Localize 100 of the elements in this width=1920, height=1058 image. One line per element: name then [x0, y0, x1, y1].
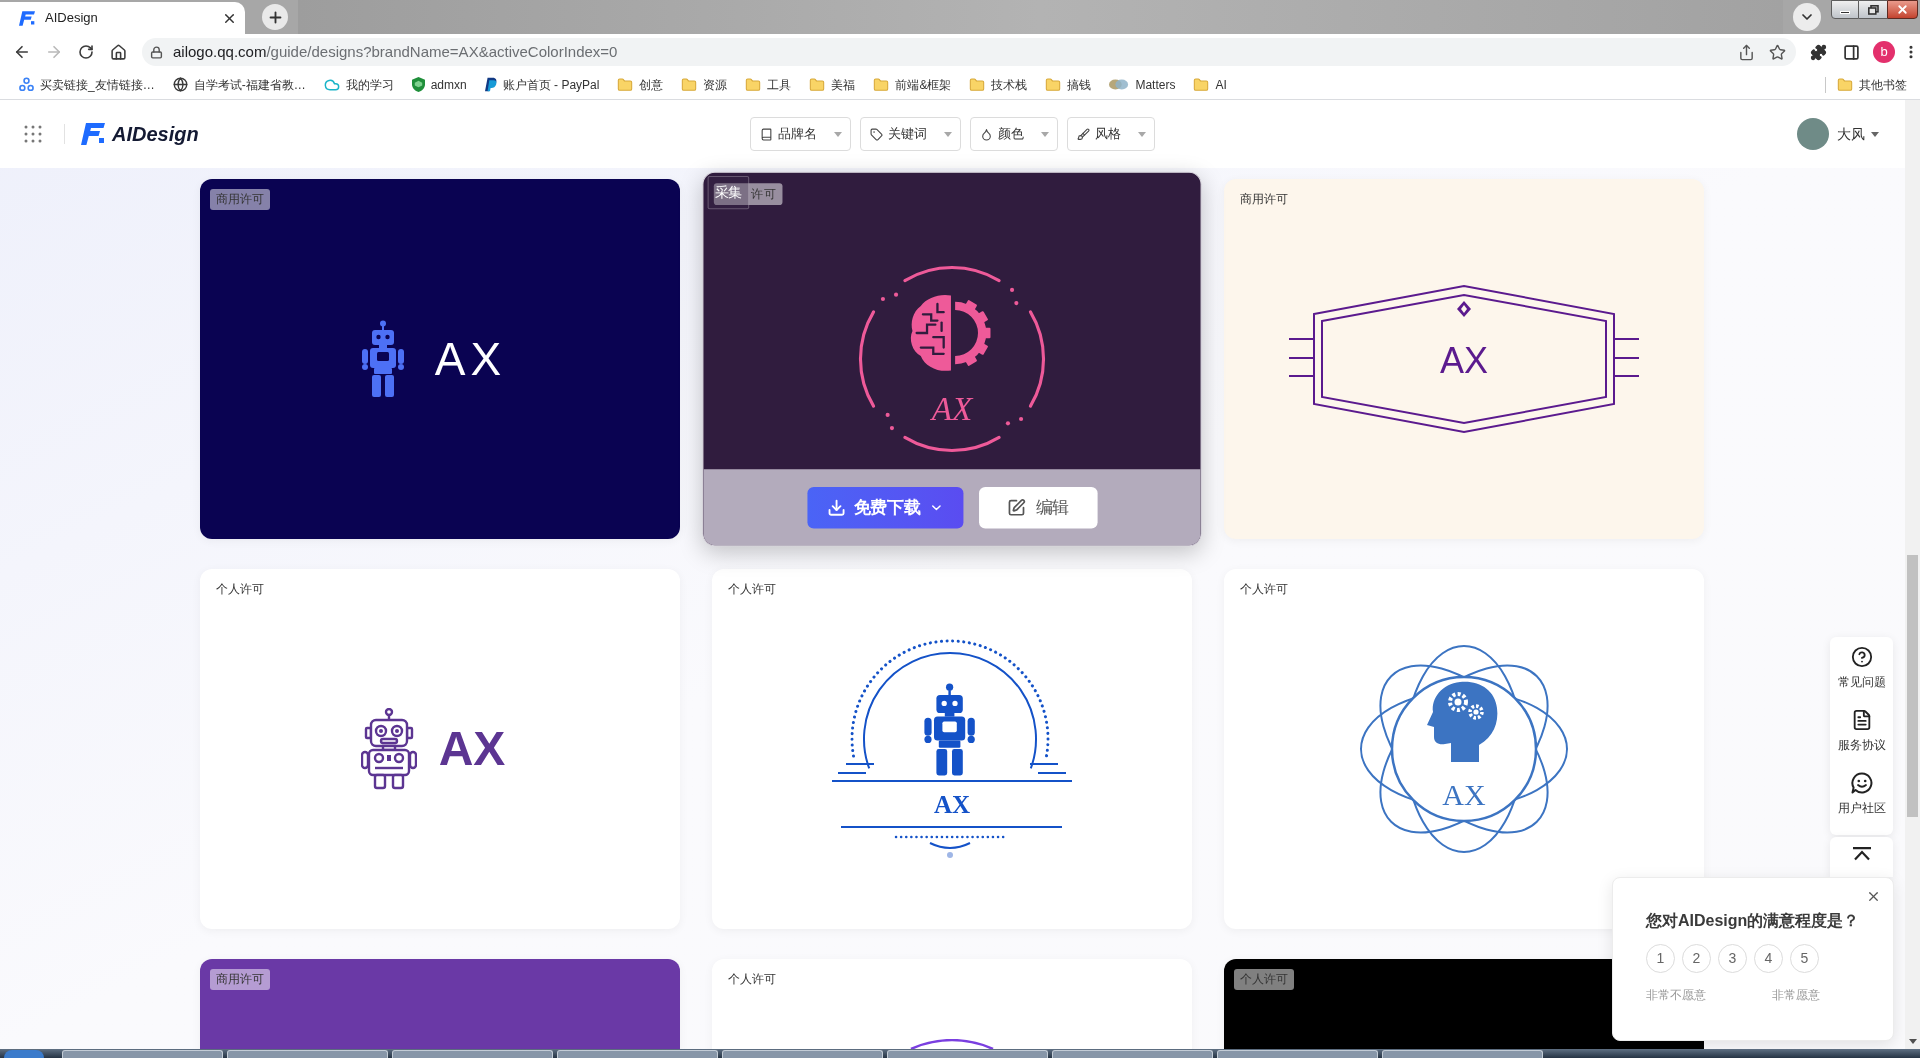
- share-icon[interactable]: [1738, 43, 1755, 61]
- home-icon: [109, 43, 127, 61]
- logo-card[interactable]: 商用许可 AX: [1224, 179, 1704, 539]
- folder-icon: [1045, 76, 1062, 93]
- bookmark[interactable]: 账户首页 - PayPal: [479, 72, 605, 97]
- download-button[interactable]: 免费下载: [806, 486, 963, 528]
- logo-card[interactable]: 采集 许可 AX 免费下载 编辑: [702, 171, 1202, 547]
- chat-smile-icon: [1850, 772, 1873, 794]
- filter-dropdown[interactable]: 品牌名: [750, 117, 851, 151]
- license-label: 个人许可: [727, 971, 777, 988]
- bookmark-star-icon[interactable]: [1769, 43, 1786, 61]
- minimize-icon: [1840, 11, 1850, 14]
- license-badge: 商用许可: [210, 969, 270, 990]
- caret-icon: [944, 131, 952, 137]
- side-panel-icon: [1842, 43, 1860, 61]
- collect-button[interactable]: 采集: [707, 175, 750, 210]
- logo-text: AX: [438, 722, 506, 776]
- license-label: 个人许可: [1239, 581, 1289, 598]
- logo-card[interactable]: 个人许可 AX: [712, 569, 1192, 929]
- filter-dropdown[interactable]: 关键词: [860, 117, 961, 151]
- logo-card[interactable]: 个人许可 AX: [200, 569, 680, 929]
- puzzle-icon: [1809, 43, 1827, 61]
- brush-icon: [1077, 127, 1090, 141]
- bookmark[interactable]: 技术栈: [964, 72, 1033, 97]
- folder-icon: [681, 76, 698, 93]
- bookmark[interactable]: Matters: [1104, 72, 1181, 97]
- back-to-top-button[interactable]: [1830, 837, 1893, 877]
- folder-icon: [873, 76, 890, 93]
- tag-icon: [870, 127, 883, 141]
- bookmark[interactable]: 自学考试-福建省教…: [167, 72, 311, 97]
- edit-button[interactable]: 编辑: [978, 486, 1098, 528]
- new-tab-button[interactable]: [262, 4, 288, 30]
- folder-icon: [745, 76, 762, 93]
- start-button[interactable]: [4, 1050, 44, 1058]
- bookmark[interactable]: 搞钱: [1040, 72, 1097, 97]
- filter-dropdown[interactable]: 颜色: [970, 117, 1058, 151]
- user-name[interactable]: 大风: [1837, 123, 1865, 145]
- side-tool-button[interactable]: 服务协议: [1830, 709, 1893, 772]
- bookmark[interactable]: admxn: [406, 72, 472, 97]
- scrollbar-thumb[interactable]: [1907, 555, 1918, 817]
- globe-icon: [172, 77, 188, 92]
- folder-icon: [1837, 76, 1853, 93]
- network-icon: [19, 77, 34, 92]
- license-label: 个人许可: [215, 581, 265, 598]
- bookmark[interactable]: 买卖链接_友情链接…: [14, 72, 160, 97]
- bookmark[interactable]: 工具: [740, 72, 797, 97]
- folder-icon: [1193, 76, 1210, 93]
- address-field[interactable]: ailogo.qq.com/guide/designs?brandName=AX&activeColorIndex=0: [142, 38, 1796, 66]
- scroll-down-arrow-icon[interactable]: [1908, 1039, 1917, 1044]
- folder-icon: [969, 76, 986, 93]
- bookmark[interactable]: 我的学习: [318, 72, 399, 97]
- other-bookmarks[interactable]: 其他书签: [1832, 72, 1912, 97]
- bookmark[interactable]: 美福: [804, 72, 861, 97]
- back-to-top-icon: [1851, 847, 1872, 861]
- logo-text: AX: [932, 790, 972, 820]
- edit-icon: [1006, 497, 1026, 517]
- license-badge: 个人许可: [1234, 969, 1294, 990]
- forward-arrow-icon: [45, 43, 63, 61]
- caret-icon: [1138, 131, 1146, 137]
- tab-title: AIDesign: [45, 9, 99, 28]
- scale-high-label: 非常愿意: [1772, 987, 1820, 1003]
- logo-icon: [19, 10, 35, 26]
- droplet-icon: [980, 127, 993, 141]
- tab-search-button[interactable]: [1793, 3, 1821, 31]
- shield-icon: [411, 77, 425, 92]
- bookmark[interactable]: 资源: [676, 72, 733, 97]
- close-icon[interactable]: [1866, 889, 1881, 904]
- bookmark[interactable]: 前端&框架: [868, 72, 957, 97]
- robot-icon: [360, 708, 417, 790]
- restore-icon: [1867, 4, 1879, 15]
- restore-button[interactable]: [1859, 0, 1887, 19]
- logo-card[interactable]: 个人许可: [712, 959, 1192, 1049]
- help-icon: [1850, 646, 1873, 668]
- close-window-button[interactable]: [1887, 0, 1918, 19]
- profile-button[interactable]: b: [1873, 41, 1895, 63]
- book-icon: [760, 127, 773, 141]
- bookmark[interactable]: AI: [1188, 72, 1232, 97]
- download-icon: [826, 497, 846, 517]
- url-text: ailogo.qq.com/guide/designs?brandName=AX&activeColorIndex=0: [173, 41, 618, 62]
- license-badge: 商用许可: [210, 189, 270, 210]
- brand-logo-text: AIDesign: [112, 122, 199, 147]
- apps-grid-icon[interactable]: [24, 125, 42, 143]
- logo-text: AX: [1439, 340, 1489, 382]
- side-tool-button[interactable]: 用户社区: [1830, 772, 1893, 835]
- bookmark[interactable]: 创意: [612, 72, 669, 97]
- folder-icon: [809, 76, 826, 93]
- logo-icon: [81, 123, 105, 145]
- minimize-button[interactable]: [1831, 0, 1859, 19]
- scale-low-label: 非常不愿意: [1646, 987, 1707, 1003]
- logo-card[interactable]: 商用许可 AX: [200, 179, 680, 539]
- side-tool-button[interactable]: 常见问题: [1830, 646, 1893, 709]
- caret-icon: [1041, 131, 1049, 137]
- reload-icon: [78, 44, 94, 60]
- filter-dropdown[interactable]: 风格: [1067, 117, 1155, 151]
- license-label: 个人许可: [727, 581, 777, 598]
- robot-icon: [359, 320, 406, 398]
- browser-tab[interactable]: AIDesign: [0, 2, 245, 34]
- logo-card[interactable]: 商用许可: [200, 959, 680, 1049]
- logo-text: AX: [1441, 777, 1487, 813]
- folder-icon: [617, 76, 634, 93]
